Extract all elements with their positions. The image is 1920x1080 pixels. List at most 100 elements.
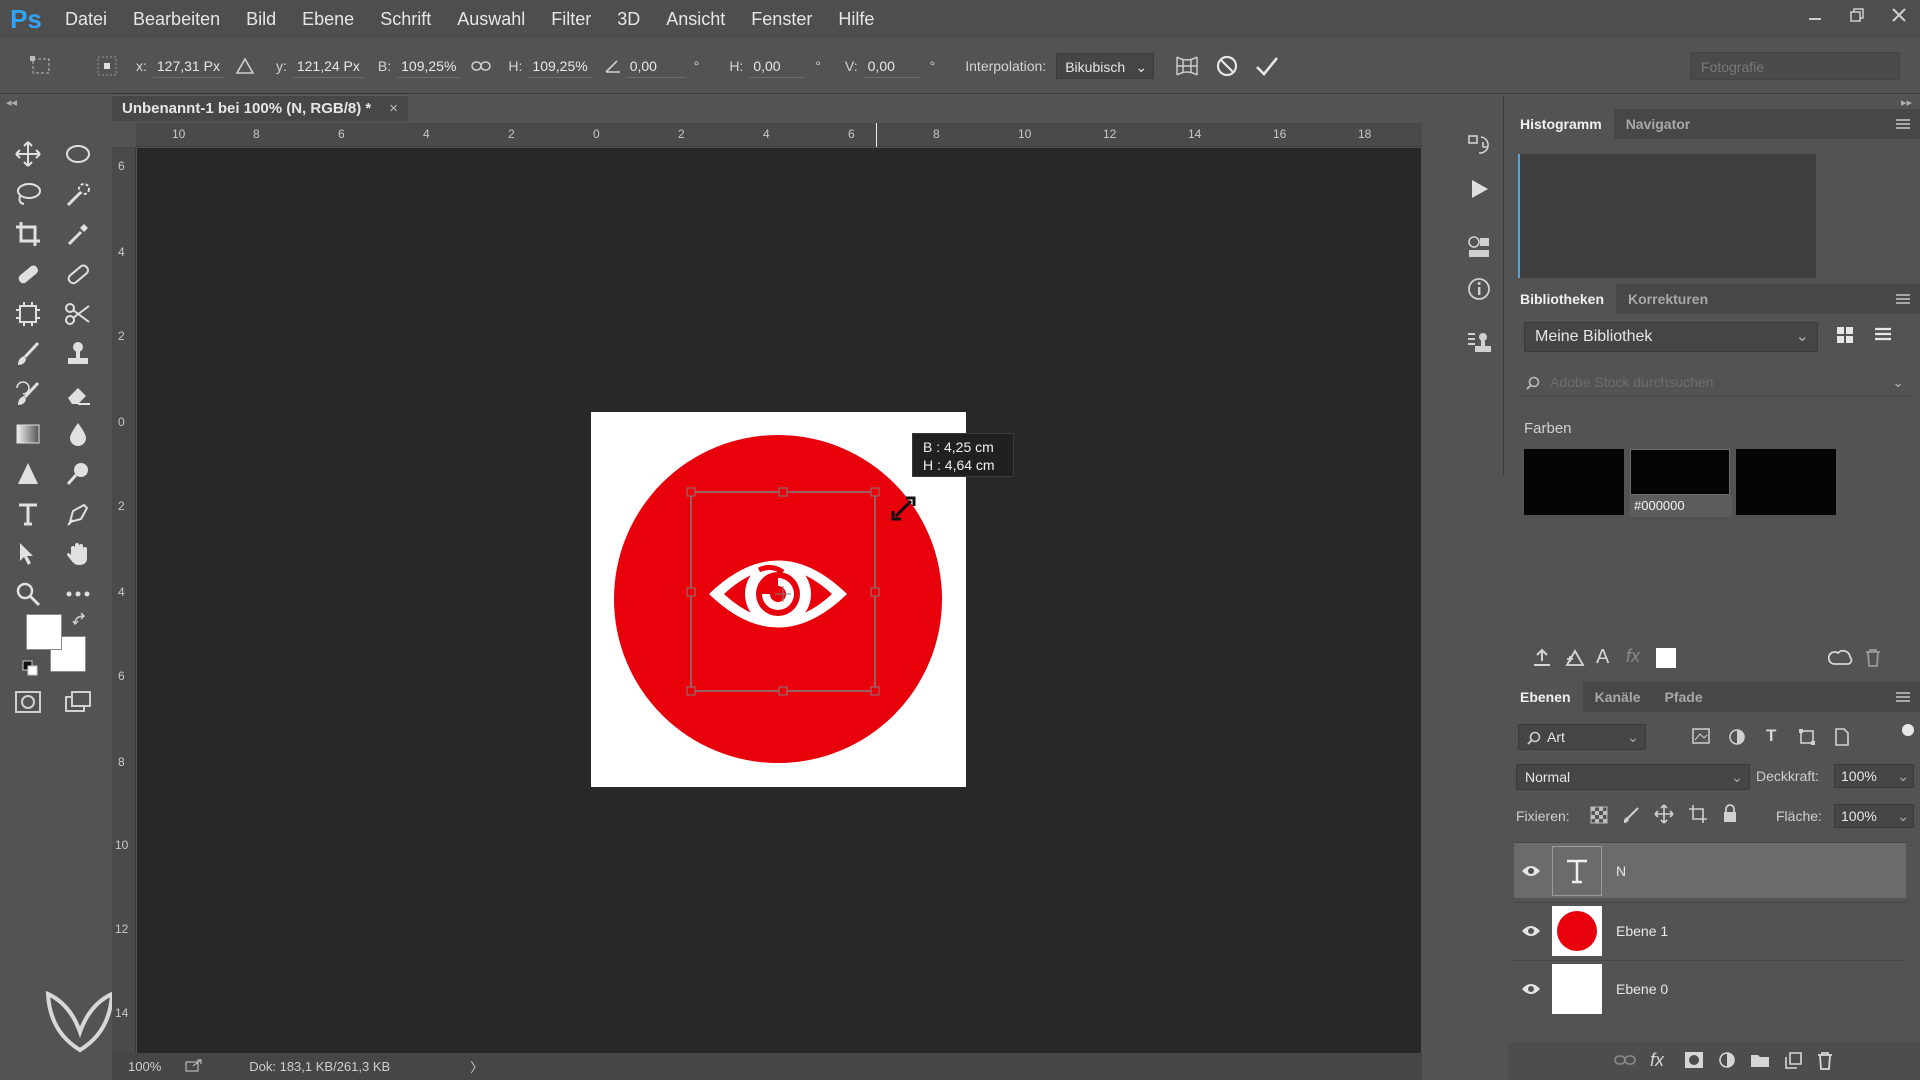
canvas-area[interactable]: B : 4,25 cm H : 4,64 cm (137, 148, 1421, 1053)
chevron-down-icon[interactable]: ⌄ (1892, 368, 1904, 396)
info-icon[interactable] (1464, 274, 1494, 304)
patch-tool-icon[interactable] (58, 256, 98, 292)
menu-3d[interactable]: 3D (604, 0, 653, 38)
x-position-field[interactable]: 127,31 Px (152, 54, 224, 78)
sharpen-tool-icon[interactable] (8, 456, 48, 492)
zoom-tool-icon[interactable] (8, 576, 48, 612)
transform-handle[interactable] (778, 487, 788, 497)
transform-tool-icon[interactable] (28, 53, 54, 79)
quick-selection-tool-icon[interactable] (58, 176, 98, 212)
lasso-tool-icon[interactable] (8, 176, 48, 212)
scissors-tool-icon[interactable] (58, 296, 98, 332)
height-field[interactable]: 109,25% (528, 54, 592, 78)
vskew-field[interactable]: 0,00 (863, 54, 920, 78)
quick-mask-icon[interactable] (8, 684, 48, 720)
panel-menu-icon[interactable] (1896, 117, 1910, 135)
transform-handle[interactable] (686, 487, 696, 497)
default-colors-icon[interactable] (22, 660, 38, 681)
tab-histogramm[interactable]: Histogramm (1508, 109, 1614, 139)
marquee-ellipse-tool-icon[interactable] (58, 136, 98, 172)
adjustment-layer-icon[interactable] (1718, 1051, 1736, 1074)
add-color-icon[interactable] (1656, 648, 1676, 668)
color-swatch[interactable] (1524, 449, 1624, 515)
menu-filter[interactable]: Filter (538, 0, 604, 38)
rotate-field[interactable]: 0,00 (625, 54, 686, 78)
layer-row-text[interactable]: N (1514, 842, 1906, 898)
hand-tool-icon[interactable] (58, 536, 98, 572)
menu-ansicht[interactable]: Ansicht (653, 0, 738, 38)
lock-artboard-icon[interactable] (1688, 804, 1708, 829)
filter-pixel-icon[interactable] (1692, 728, 1710, 749)
swap-colors-icon[interactable] (72, 612, 88, 633)
tab-navigator[interactable]: Navigator (1614, 109, 1703, 139)
delta-icon[interactable] (232, 53, 258, 79)
transform-handle[interactable] (870, 686, 880, 696)
close-tab-icon[interactable]: × (389, 100, 398, 117)
panel-menu-icon[interactable] (1896, 690, 1910, 708)
filter-type-icon[interactable]: T (1766, 726, 1776, 746)
lock-transparency-icon[interactable] (1590, 806, 1608, 829)
filter-shape-icon[interactable] (1798, 728, 1816, 751)
transform-handle[interactable] (870, 487, 880, 497)
blur-tool-icon[interactable] (58, 416, 98, 452)
eyedropper-tool-icon[interactable] (58, 216, 98, 252)
crop-tool-icon[interactable] (8, 216, 48, 252)
path-selection-tool-icon[interactable] (8, 536, 48, 572)
opacity-field[interactable]: 100% ⌄ (1834, 764, 1914, 788)
filter-toggle[interactable] (1902, 724, 1914, 736)
filter-smartobject-icon[interactable] (1834, 728, 1850, 751)
expand-arrows-icon[interactable]: ▸▸ (1901, 96, 1912, 109)
transform-handle[interactable] (870, 587, 880, 597)
layer-name[interactable]: Ebene 1 (1616, 923, 1668, 939)
lock-all-icon[interactable] (1722, 804, 1738, 829)
menu-bild[interactable]: Bild (233, 0, 289, 38)
menu-auswahl[interactable]: Auswahl (444, 0, 538, 38)
layer-row-ebene-1[interactable]: Ebene 1 (1514, 902, 1906, 958)
layer-style-fx-icon[interactable]: fx (1650, 1050, 1664, 1071)
share-icon[interactable] (185, 1058, 203, 1075)
warp-icon[interactable] (1174, 53, 1200, 79)
status-menu-arrow[interactable]: 〉 (470, 1057, 483, 1076)
tab-bibliotheken[interactable]: Bibliotheken (1508, 284, 1617, 314)
menu-bearbeiten[interactable]: Bearbeiten (120, 0, 233, 38)
pen-tool-icon[interactable] (58, 496, 98, 532)
transform-handle[interactable] (778, 686, 788, 696)
tab-pfade[interactable]: Pfade (1653, 682, 1715, 712)
history-icon[interactable] (1464, 130, 1494, 160)
history-brush-tool-icon[interactable] (8, 376, 48, 412)
visibility-eye-icon[interactable] (1514, 864, 1548, 878)
upload-icon[interactable] (1532, 648, 1552, 673)
reference-point-icon[interactable] (94, 53, 120, 79)
lock-pixels-icon[interactable] (1622, 806, 1640, 829)
stock-search-input[interactable]: Adobe Stock durchsuchen ⌄ (1516, 368, 1912, 396)
color-swatch[interactable] (1736, 449, 1836, 515)
play-actions-icon[interactable] (1464, 174, 1494, 204)
more-tools-icon[interactable] (58, 576, 98, 612)
move-tool-icon[interactable] (8, 136, 48, 172)
library-select[interactable]: Meine Bibliothek ⌄ (1524, 322, 1818, 352)
menu-fenster[interactable]: Fenster (738, 0, 825, 38)
gradient-tool-icon[interactable] (8, 416, 48, 452)
screen-mode-icon[interactable] (58, 684, 98, 720)
clone-stamp-tool-icon[interactable] (58, 336, 98, 372)
menu-schrift[interactable]: Schrift (367, 0, 444, 38)
menu-datei[interactable]: Datei (52, 0, 120, 38)
layer-name[interactable]: Ebene 0 (1616, 981, 1668, 997)
close-button[interactable] (1878, 0, 1920, 30)
healing-brush-tool-icon[interactable] (8, 256, 48, 292)
menu-ebene[interactable]: Ebene (289, 0, 367, 38)
visibility-eye-icon[interactable] (1514, 982, 1548, 996)
transform-handle[interactable] (686, 587, 696, 597)
layer-filter-select[interactable]: Art ⌄ (1518, 724, 1646, 750)
menu-hilfe[interactable]: Hilfe (825, 0, 887, 38)
tab-kanaele[interactable]: Kanäle (1583, 682, 1653, 712)
restore-button[interactable] (1836, 0, 1878, 30)
width-field[interactable]: 109,25% (397, 54, 461, 78)
trash-icon[interactable] (1864, 648, 1882, 673)
dodge-tool-icon[interactable] (58, 456, 98, 492)
frame-tool-icon[interactable] (8, 296, 48, 332)
link-icon[interactable] (468, 53, 494, 79)
commit-transform-icon[interactable] (1254, 53, 1280, 79)
workspace-select[interactable]: Fotografie (1690, 52, 1900, 80)
blend-mode-select[interactable]: Normal ⌄ (1516, 764, 1750, 790)
